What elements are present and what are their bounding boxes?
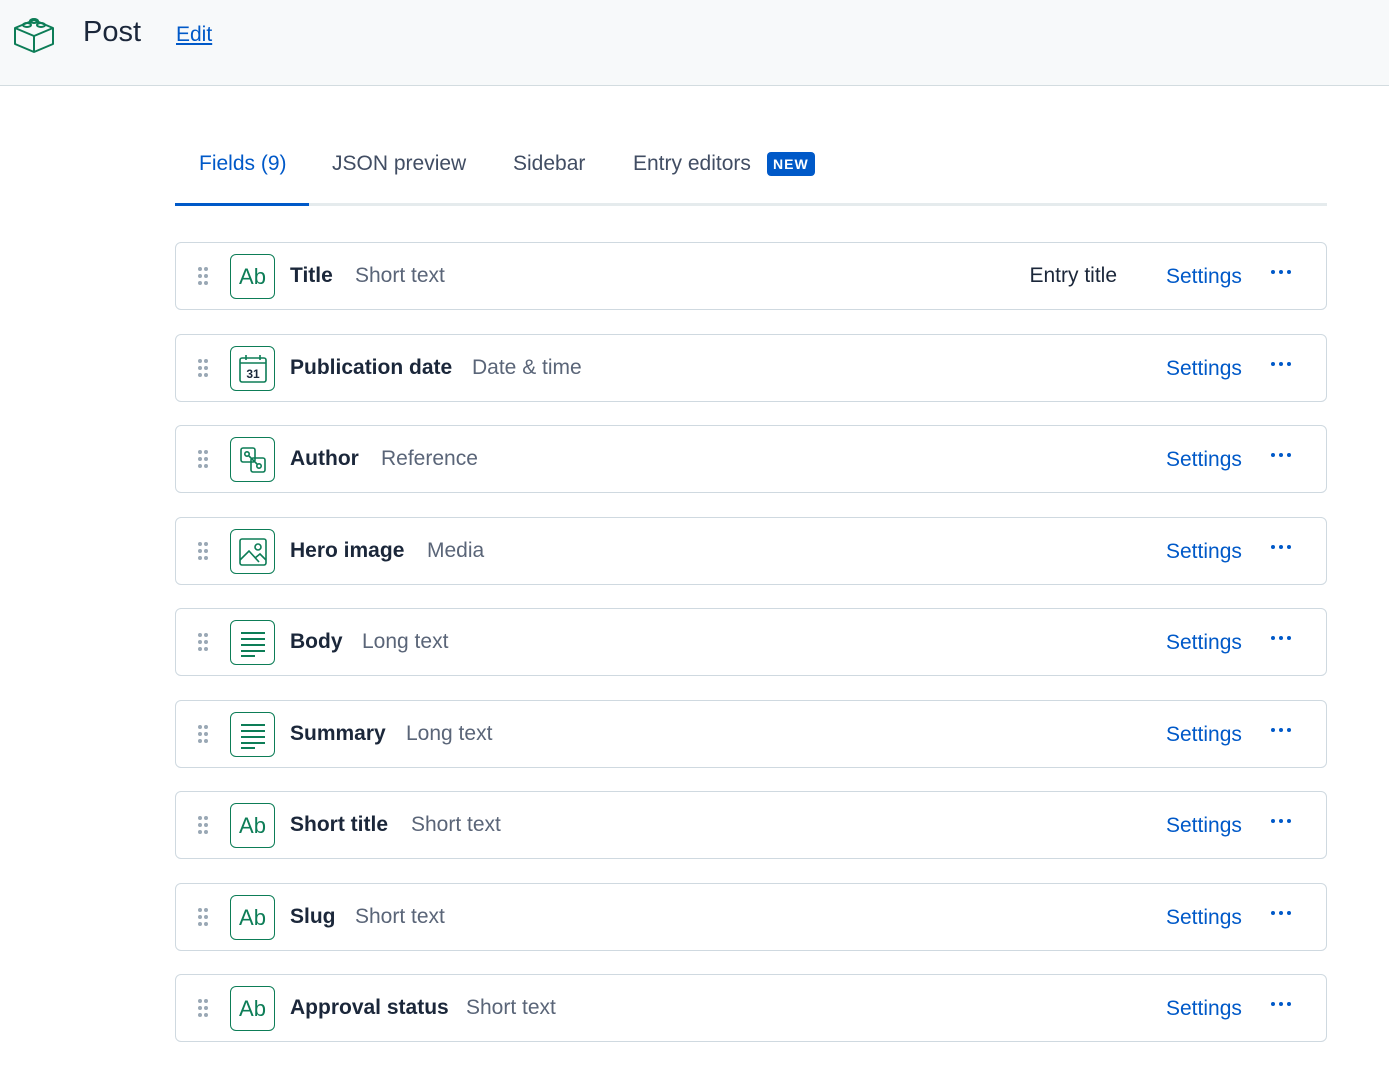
reference-icon <box>230 437 275 482</box>
field-type: Short text <box>466 996 556 1019</box>
drag-handle-icon[interactable] <box>196 723 210 745</box>
field-name: Title <box>290 264 333 287</box>
field-name: Publication date <box>290 356 453 379</box>
settings-button[interactable]: Settings <box>1166 723 1242 747</box>
field-row-publication-date[interactable]: 31 Publication date Date & time Settings <box>175 334 1327 402</box>
edit-link[interactable]: Edit <box>176 23 212 47</box>
more-options-icon[interactable] <box>1268 442 1294 468</box>
settings-button[interactable]: Settings <box>1166 265 1242 289</box>
field-row-short-title[interactable]: Ab Short title Short text Settings <box>175 791 1327 859</box>
field-type: Long text <box>362 630 449 653</box>
field-name: Approval status <box>290 996 449 1019</box>
short-text-icon: Ab <box>230 254 275 299</box>
short-text-icon: Ab <box>230 803 275 848</box>
field-type: Short text <box>355 905 445 928</box>
settings-button[interactable]: Settings <box>1166 540 1242 564</box>
drag-handle-icon[interactable] <box>196 631 210 653</box>
tab-bar: Fields (9) JSON preview Sidebar Entry ed… <box>175 138 1327 206</box>
more-options-icon[interactable] <box>1268 259 1294 285</box>
top-bar: Post Edit <box>0 0 1389 86</box>
short-text-icon: Ab <box>230 986 275 1031</box>
drag-handle-icon[interactable] <box>196 906 210 928</box>
short-text-icon: Ab <box>230 895 275 940</box>
more-options-icon[interactable] <box>1268 991 1294 1017</box>
settings-button[interactable]: Settings <box>1166 997 1242 1021</box>
field-row-author[interactable]: Author Reference Settings <box>175 425 1327 493</box>
settings-button[interactable]: Settings <box>1166 631 1242 655</box>
settings-button[interactable]: Settings <box>1166 906 1242 930</box>
settings-button[interactable]: Settings <box>1166 814 1242 838</box>
tab-sidebar[interactable]: Sidebar <box>513 152 585 176</box>
svg-text:31: 31 <box>246 367 260 381</box>
field-row-approval-status[interactable]: Ab Approval status Short text Settings <box>175 974 1327 1042</box>
long-text-icon <box>230 620 275 665</box>
content-model-box-icon <box>14 18 54 53</box>
field-type: Date & time <box>472 356 582 379</box>
field-name: Author <box>290 447 359 470</box>
field-type: Short text <box>411 813 501 836</box>
field-row-summary[interactable]: Summary Long text Settings <box>175 700 1327 768</box>
field-name: Short title <box>290 813 388 836</box>
tab-bar-divider <box>175 203 1327 206</box>
page-title: Post <box>83 16 142 48</box>
field-row-title[interactable]: Ab Title Short text Entry title Settings <box>175 242 1327 310</box>
new-badge: NEW <box>767 152 815 176</box>
field-type: Reference <box>381 447 478 470</box>
calendar-icon: 31 <box>230 346 275 391</box>
more-options-icon[interactable] <box>1268 625 1294 651</box>
more-options-icon[interactable] <box>1268 717 1294 743</box>
drag-handle-icon[interactable] <box>196 814 210 836</box>
field-type: Media <box>427 539 485 562</box>
more-options-icon[interactable] <box>1268 534 1294 560</box>
drag-handle-icon[interactable] <box>196 997 210 1019</box>
settings-button[interactable]: Settings <box>1166 448 1242 472</box>
active-tab-indicator <box>175 203 309 206</box>
drag-handle-icon[interactable] <box>196 540 210 562</box>
more-options-icon[interactable] <box>1268 808 1294 834</box>
settings-button[interactable]: Settings <box>1166 357 1242 381</box>
drag-handle-icon[interactable] <box>196 448 210 470</box>
field-name: Body <box>290 630 343 653</box>
media-icon <box>230 529 275 574</box>
tab-entry-editors[interactable]: Entry editors <box>633 152 751 176</box>
entry-title-label: Entry title <box>1029 264 1117 287</box>
field-name: Slug <box>290 905 336 928</box>
more-options-icon[interactable] <box>1268 351 1294 377</box>
long-text-icon <box>230 712 275 757</box>
drag-handle-icon[interactable] <box>196 265 210 287</box>
tab-fields[interactable]: Fields (9) <box>199 152 287 176</box>
field-type: Short text <box>355 264 445 287</box>
field-type: Long text <box>406 722 493 745</box>
more-options-icon[interactable] <box>1268 900 1294 926</box>
field-name: Hero image <box>290 539 405 562</box>
field-row-hero-image[interactable]: Hero image Media Settings <box>175 517 1327 585</box>
tab-json-preview[interactable]: JSON preview <box>332 152 466 176</box>
drag-handle-icon[interactable] <box>196 357 210 379</box>
field-row-body[interactable]: Body Long text Settings <box>175 608 1327 676</box>
field-name: Summary <box>290 722 386 745</box>
field-row-slug[interactable]: Ab Slug Short text Settings <box>175 883 1327 951</box>
